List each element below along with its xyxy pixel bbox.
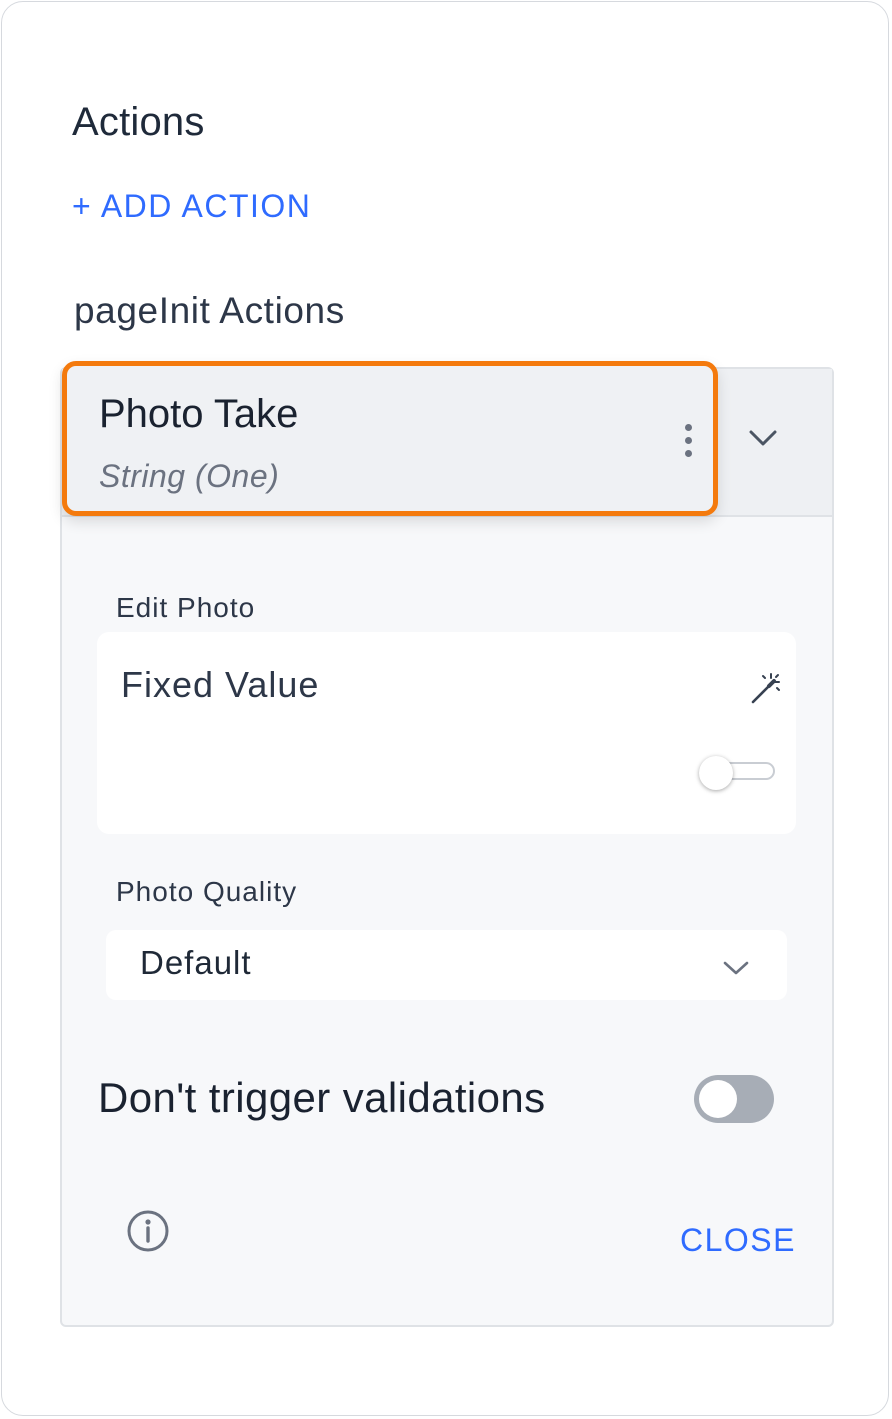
- fixed-value-toggle[interactable]: [699, 756, 777, 790]
- toggle-thumb: [699, 1080, 737, 1118]
- action-subtitle: String (One): [99, 458, 280, 494]
- dont-trigger-validations-toggle[interactable]: [694, 1075, 774, 1123]
- magic-wand-icon[interactable]: [749, 672, 783, 706]
- photo-quality-select[interactable]: Default: [106, 930, 787, 1000]
- kebab-menu-icon[interactable]: [681, 424, 695, 464]
- pageinit-actions-label: pageInit Actions: [74, 290, 345, 331]
- toggle-thumb: [699, 756, 733, 790]
- close-button[interactable]: CLOSE: [680, 1222, 796, 1259]
- add-action-button[interactable]: + ADD ACTION: [72, 188, 311, 225]
- fixed-value-label: Fixed Value: [121, 664, 320, 705]
- chevron-down-icon[interactable]: [748, 427, 778, 449]
- photo-quality-label: Photo Quality: [116, 876, 298, 907]
- action-title: Photo Take: [99, 392, 299, 436]
- chevron-down-icon: [723, 961, 749, 975]
- info-circle-icon[interactable]: [126, 1209, 170, 1253]
- edit-photo-card: Fixed Value: [97, 632, 796, 834]
- actions-heading: Actions: [72, 100, 205, 144]
- action-card-photo-take[interactable]: Photo Take String (One): [62, 361, 718, 516]
- edit-photo-label: Edit Photo: [116, 592, 256, 623]
- photo-quality-value: Default: [140, 944, 252, 981]
- dont-trigger-validations-label: Don't trigger validations: [98, 1074, 546, 1121]
